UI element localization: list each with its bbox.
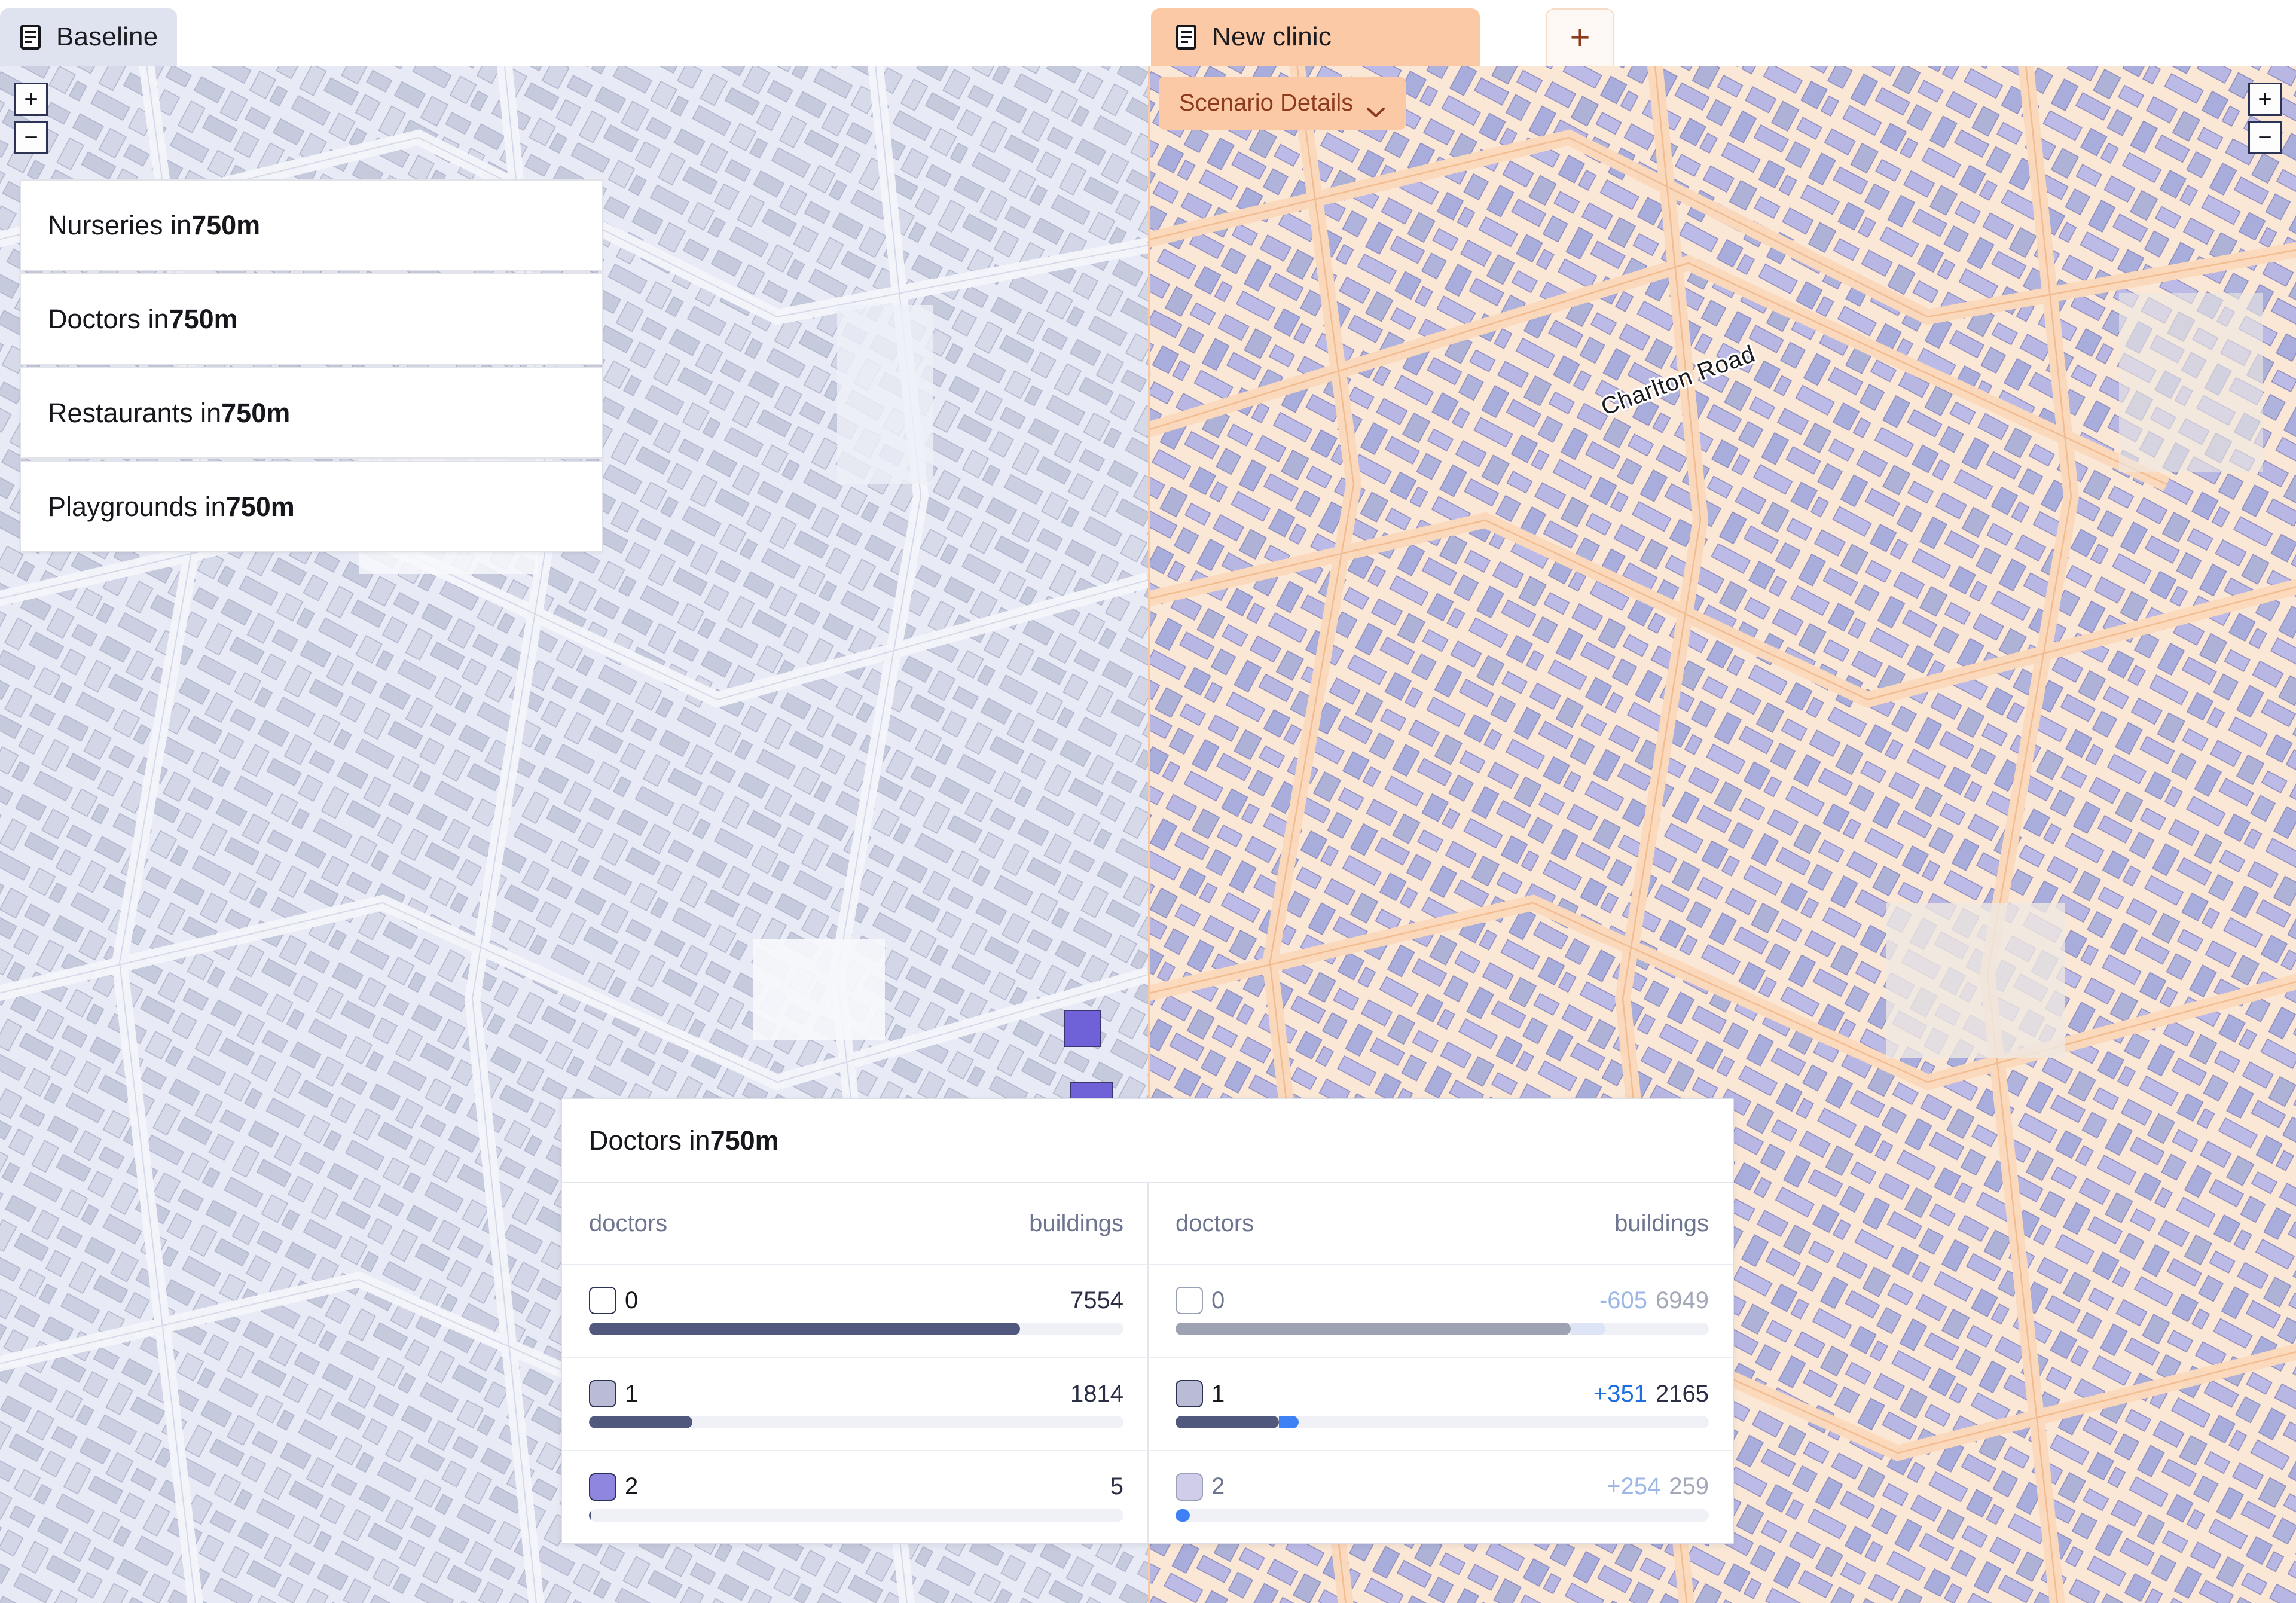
doctors-comparison-panel: Doctors in 750m doctors buildings 0 7554…: [561, 1098, 1734, 1544]
rows-baseline: 0 7554 1 1814 2 5: [562, 1265, 1147, 1543]
row-bar: [589, 1416, 1123, 1428]
row-bar: [1176, 1416, 1709, 1428]
color-swatch: [1176, 1473, 1203, 1501]
indicator-prefix: Playgrounds in: [48, 491, 226, 522]
table-row[interactable]: 1 +351 2165: [1149, 1358, 1733, 1452]
zoom-controls-baseline[interactable]: + −: [14, 83, 48, 154]
panel-column-new-clinic: doctors buildings 0 -605 6949 1 +351 216…: [1147, 1183, 1733, 1543]
color-swatch: [1176, 1380, 1203, 1407]
row-delta: -605: [1599, 1287, 1648, 1314]
column-header-value: buildings: [1614, 1210, 1709, 1236]
table-row[interactable]: 2 +254 259: [1149, 1451, 1733, 1543]
zoom-out-button-new-clinic[interactable]: −: [2248, 121, 2282, 154]
row-bar: [589, 1323, 1123, 1336]
column-header-category: doctors: [589, 1210, 668, 1236]
indicator-card-playgrounds[interactable]: Playgrounds in 750m: [20, 461, 603, 552]
column-header-value: buildings: [1029, 1210, 1123, 1236]
tab-baseline-label: Baseline: [56, 22, 158, 51]
color-swatch: [589, 1380, 616, 1407]
row-label: 1: [1211, 1380, 1225, 1407]
indicator-list: Nurseries in 750m Doctors in 750m Restau…: [20, 179, 603, 552]
panel-column-baseline: doctors buildings 0 7554 1 1814 2 5: [562, 1183, 1147, 1543]
zoom-in-button-new-clinic[interactable]: +: [2248, 83, 2282, 116]
panel-title-prefix: Doctors in: [589, 1125, 710, 1156]
color-swatch: [589, 1473, 616, 1501]
row-label: 0: [625, 1287, 639, 1314]
column-header-category: doctors: [1176, 1210, 1254, 1236]
document-icon: [20, 25, 41, 50]
scenario-details-label: Scenario Details: [1179, 90, 1354, 116]
row-count: 6949: [1656, 1287, 1709, 1314]
row-label: 2: [625, 1473, 639, 1500]
add-scenario-button[interactable]: +: [1546, 8, 1614, 66]
row-label: 2: [1211, 1473, 1225, 1500]
table-row[interactable]: 1 1814: [562, 1358, 1147, 1452]
indicator-prefix: Nurseries in: [48, 209, 192, 240]
table-row[interactable]: 0 -605 6949: [1149, 1265, 1733, 1358]
zoom-in-button-baseline[interactable]: +: [14, 83, 48, 116]
indicator-value: 750m: [221, 397, 291, 428]
row-delta: +254: [1607, 1473, 1661, 1500]
indicator-value: 750m: [225, 491, 295, 522]
indicator-card-doctors[interactable]: Doctors in 750m: [20, 273, 603, 365]
indicator-prefix: Restaurants in: [48, 397, 222, 428]
column-header-new-clinic: doctors buildings: [1149, 1183, 1733, 1265]
table-row[interactable]: 2 5: [562, 1451, 1147, 1543]
indicator-value: 750m: [191, 209, 261, 240]
row-bar: [589, 1509, 1123, 1522]
table-row[interactable]: 0 7554: [562, 1265, 1147, 1358]
zoom-controls-new-clinic[interactable]: + −: [2248, 83, 2282, 154]
tab-new-clinic[interactable]: New clinic: [1151, 8, 1480, 66]
tab-bar: Baseline New clinic +: [0, 0, 2296, 66]
row-bar: [1176, 1509, 1709, 1522]
panel-title: Doctors in 750m: [562, 1099, 1733, 1183]
indicator-value: 750m: [169, 303, 238, 334]
column-header-baseline: doctors buildings: [562, 1183, 1147, 1265]
panel-body: doctors buildings 0 7554 1 1814 2 5 doct…: [562, 1183, 1733, 1543]
row-count: 2165: [1656, 1380, 1709, 1407]
row-count: 5: [1110, 1473, 1123, 1500]
document-icon: [1176, 25, 1196, 50]
row-count: 1814: [1070, 1380, 1123, 1407]
rows-new-clinic: 0 -605 6949 1 +351 2165 2 +254 259: [1149, 1265, 1733, 1543]
tab-new-clinic-label: New clinic: [1212, 22, 1332, 51]
color-swatch: [1176, 1287, 1203, 1315]
indicator-card-nurseries[interactable]: Nurseries in 750m: [20, 179, 603, 271]
scenario-details-dropdown[interactable]: Scenario Details: [1159, 77, 1406, 130]
row-count: 7554: [1070, 1287, 1123, 1314]
row-label: 1: [625, 1380, 639, 1407]
indicator-prefix: Doctors in: [48, 303, 169, 334]
row-bar: [1176, 1323, 1709, 1336]
zoom-out-button-baseline[interactable]: −: [14, 121, 48, 154]
panel-title-value: 750m: [710, 1125, 779, 1156]
row-count: 259: [1669, 1473, 1709, 1500]
row-label: 0: [1211, 1287, 1225, 1314]
row-delta: +351: [1593, 1380, 1648, 1407]
tab-baseline[interactable]: Baseline: [0, 8, 177, 66]
color-swatch: [589, 1287, 616, 1315]
plus-icon: +: [1570, 18, 1590, 57]
chevron-down-icon: [1366, 97, 1385, 117]
indicator-card-restaurants[interactable]: Restaurants in 750m: [20, 367, 603, 459]
